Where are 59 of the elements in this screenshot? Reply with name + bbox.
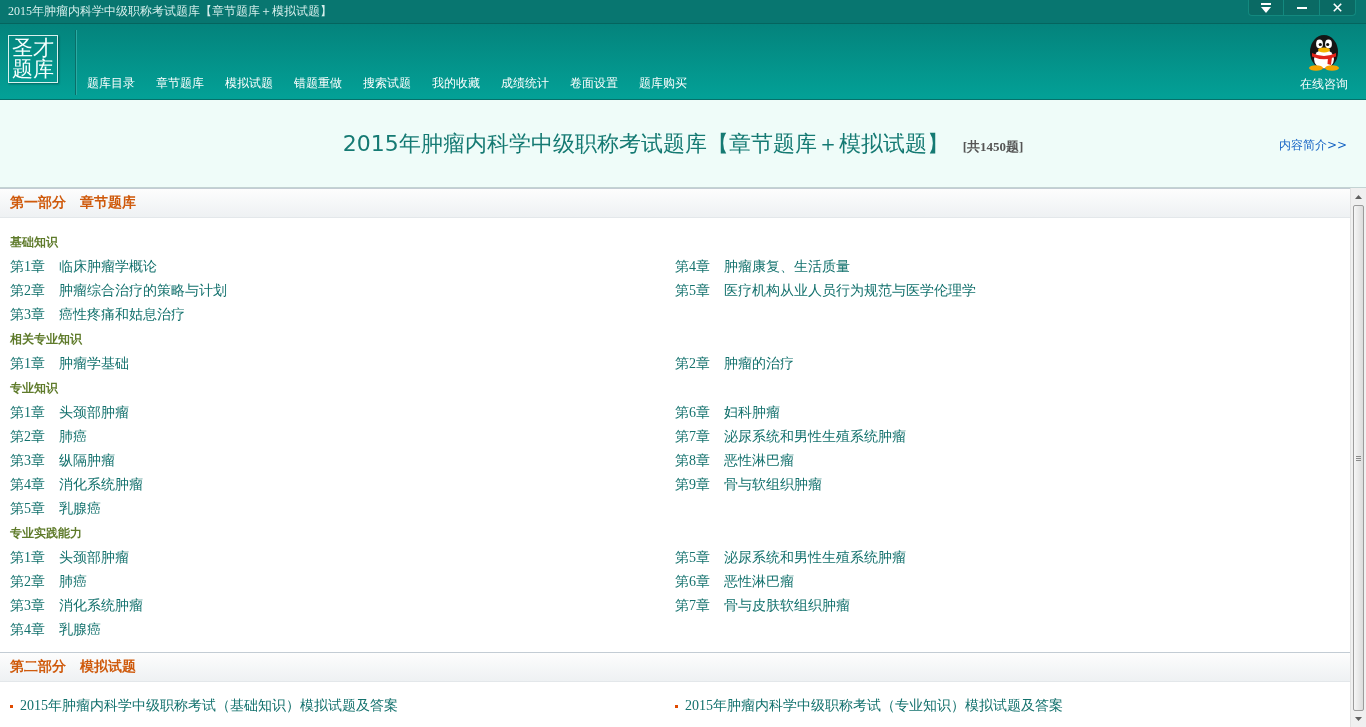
- page-title: 2015年肿瘤内科学中级职称考试题库【章节题库＋模拟试题】: [342, 129, 949, 158]
- chapter-link[interactable]: 第6章 妇科肿瘤: [675, 401, 780, 425]
- scrollbar-thumb[interactable]: [1353, 205, 1364, 711]
- nav-item[interactable]: 我的收藏: [432, 75, 480, 91]
- scroll-up-arrow-icon: [1355, 195, 1362, 199]
- minimize-icon: [1296, 6, 1307, 9]
- minimize-button[interactable]: [1284, 0, 1320, 16]
- bullet-icon: [10, 704, 13, 708]
- chapter-link[interactable]: 第1章 头颈部肿瘤: [10, 546, 129, 570]
- chapter-link[interactable]: 第6章 恶性淋巴瘤: [675, 570, 794, 594]
- chapter-link[interactable]: 第5章 医疗机构从业人员行为规范与医学伦理学: [675, 279, 976, 303]
- chapter-link[interactable]: 第1章 肿瘤学基础: [10, 352, 129, 376]
- chapter-link[interactable]: 第5章 乳腺癌: [10, 497, 101, 521]
- intro-link[interactable]: 内容简介>>: [1278, 137, 1347, 154]
- nav-item[interactable]: 题库购买: [639, 75, 687, 91]
- nav-item[interactable]: 卷面设置: [570, 75, 618, 91]
- close-button[interactable]: [1320, 0, 1356, 16]
- chapter-link[interactable]: 第3章 癌性疼痛和姑息治疗: [10, 303, 185, 327]
- chapter-link[interactable]: 第2章 肿瘤的治疗: [675, 352, 794, 376]
- group-heading: 基础知识: [10, 234, 58, 251]
- chapter-link[interactable]: 第4章 乳腺癌: [10, 618, 101, 642]
- chapter-link[interactable]: 第3章 消化系统肿瘤: [10, 594, 143, 618]
- chapter-link[interactable]: 第7章 泌尿系统和男性生殖系统肿瘤: [675, 425, 906, 449]
- chapter-link[interactable]: 第9章 骨与软组织肿瘤: [675, 473, 822, 497]
- scrollbar[interactable]: [1350, 188, 1366, 727]
- exam-paper-link[interactable]: 2015年肿瘤内科学中级职称考试（基础知识）模拟试题及答案: [10, 694, 398, 718]
- nav-item[interactable]: 题库目录: [87, 75, 135, 91]
- chapter-link[interactable]: 第1章 头颈部肿瘤: [10, 401, 129, 425]
- chapter-link[interactable]: 第3章 纵隔肿瘤: [10, 449, 115, 473]
- penguin-icon: [1306, 33, 1342, 71]
- nav-item[interactable]: 错题重做: [294, 75, 342, 91]
- chapter-link[interactable]: 第8章 恶性淋巴瘤: [675, 449, 794, 473]
- nav-item[interactable]: 模拟试题: [225, 75, 273, 91]
- chapter-link[interactable]: 第2章 肺癌: [10, 425, 87, 449]
- menu-button[interactable]: [1248, 0, 1284, 16]
- chapter-link[interactable]: 第2章 肺癌: [10, 570, 87, 594]
- close-icon: [1333, 3, 1342, 12]
- chapter-link[interactable]: 第4章 肿瘤康复、生活质量: [675, 255, 850, 279]
- group-heading: 专业知识: [10, 380, 58, 397]
- window-title: 2015年肿瘤内科学中级职称考试题库【章节题库＋模拟试题】: [7, 3, 332, 20]
- consult-button[interactable]: 在线咨询: [1300, 24, 1348, 92]
- chapter-link[interactable]: 第1章 临床肿瘤学概论: [10, 255, 157, 279]
- exam-paper-link[interactable]: 2015年肿瘤内科学中级职称考试（专业知识）模拟试题及答案: [675, 694, 1063, 718]
- question-count: [共1450题]: [962, 137, 1024, 156]
- nav-item[interactable]: 章节题库: [156, 75, 204, 91]
- chapter-link[interactable]: 第4章 消化系统肿瘤: [10, 473, 143, 497]
- dropdown-icon: [1261, 2, 1271, 13]
- chapter-link[interactable]: 第5章 泌尿系统和男性生殖系统肿瘤: [675, 546, 906, 570]
- chapter-link[interactable]: 第7章 骨与皮肤软组织肿瘤: [675, 594, 850, 618]
- group-heading: 专业实践能力: [10, 525, 82, 542]
- section-title: 第一部分 章节题库: [10, 194, 136, 212]
- section-title: 第二部分 模拟试题: [10, 658, 136, 676]
- nav-item[interactable]: 成绩统计: [501, 75, 549, 91]
- scroll-down-arrow-icon: [1355, 717, 1362, 721]
- logo: 圣才题库: [8, 35, 58, 83]
- group-heading: 相关专业知识: [10, 331, 82, 348]
- chapter-link[interactable]: 第2章 肿瘤综合治疗的策略与计划: [10, 279, 227, 303]
- nav-item[interactable]: 搜索试题: [363, 75, 411, 91]
- bullet-icon: [675, 704, 678, 708]
